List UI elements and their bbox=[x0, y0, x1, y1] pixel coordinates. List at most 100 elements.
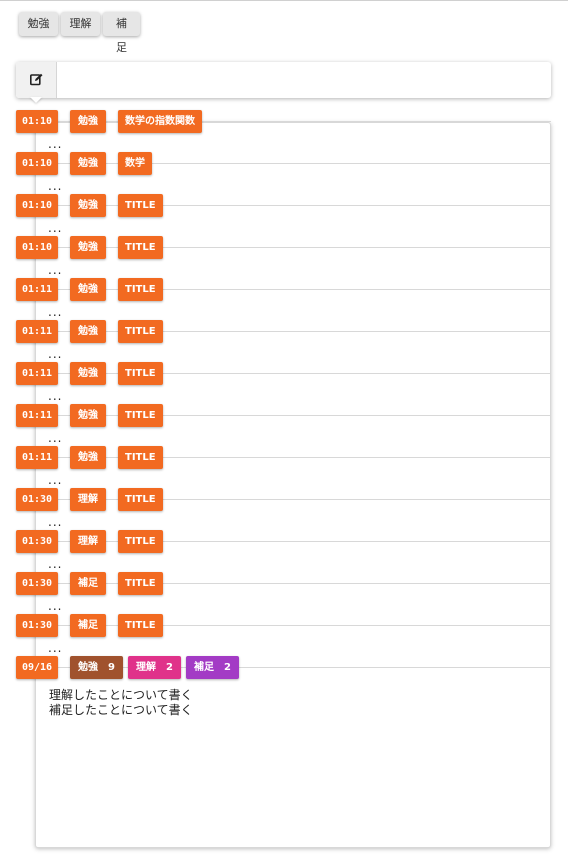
summary-count: 2 bbox=[166, 662, 173, 673]
category-tag[interactable]: 勉強 bbox=[70, 194, 106, 217]
time-tag[interactable]: 01:11 bbox=[16, 446, 58, 469]
log-row: 01:30 補足 TITLE bbox=[16, 614, 551, 637]
row-divider bbox=[35, 415, 551, 416]
time-tag[interactable]: 01:11 bbox=[16, 404, 58, 427]
log-row: 01:11 勉強 TITLE bbox=[16, 362, 551, 385]
row-divider bbox=[35, 541, 551, 542]
ellipsis: ... bbox=[48, 347, 63, 361]
time-tag[interactable]: 01:30 bbox=[16, 530, 58, 553]
row-divider bbox=[35, 247, 551, 248]
ellipsis: ... bbox=[48, 473, 63, 487]
ellipsis: ... bbox=[48, 599, 63, 613]
summary-tag[interactable]: 勉強 9 bbox=[70, 656, 123, 679]
ellipsis: ... bbox=[48, 641, 63, 655]
category-tag[interactable]: 勉強 bbox=[70, 404, 106, 427]
title-tag[interactable]: TITLE bbox=[118, 446, 163, 469]
time-tag[interactable]: 01:30 bbox=[16, 488, 58, 511]
ellipsis: ... bbox=[48, 557, 63, 571]
ellipsis: ... bbox=[48, 431, 63, 445]
note-line: 理解したことについて書く bbox=[49, 688, 193, 702]
entry-bar-pointer bbox=[30, 97, 42, 103]
time-tag[interactable]: 01:10 bbox=[16, 152, 58, 175]
log-row: 01:11 勉強 TITLE bbox=[16, 446, 551, 469]
time-tag[interactable]: 01:10 bbox=[16, 110, 58, 133]
category-tag[interactable]: 勉強 bbox=[70, 236, 106, 259]
entry-bar bbox=[16, 62, 551, 98]
row-divider bbox=[35, 121, 551, 122]
time-tag[interactable]: 01:11 bbox=[16, 362, 58, 385]
time-tag[interactable]: 01:11 bbox=[16, 320, 58, 343]
summary-row: 09/16 勉強 9 理解 2 補足 2 bbox=[16, 656, 551, 679]
timeline-panel bbox=[35, 122, 551, 848]
log-row: 01:30 理解 TITLE bbox=[16, 488, 551, 511]
time-tag[interactable]: 01:30 bbox=[16, 572, 58, 595]
summary-tag[interactable]: 理解 2 bbox=[128, 656, 181, 679]
category-tag[interactable]: 勉強 bbox=[70, 320, 106, 343]
filter-button-study[interactable]: 勉強 bbox=[19, 12, 58, 36]
row-divider bbox=[35, 205, 551, 206]
title-tag[interactable]: 数学 bbox=[118, 152, 152, 175]
log-row: 01:11 勉強 TITLE bbox=[16, 404, 551, 427]
time-tag[interactable]: 01:10 bbox=[16, 194, 58, 217]
title-tag[interactable]: 数学の指数関数 bbox=[118, 110, 202, 133]
row-divider bbox=[35, 163, 551, 164]
row-divider bbox=[35, 583, 551, 584]
summary-count: 9 bbox=[108, 662, 115, 673]
title-tag[interactable]: TITLE bbox=[118, 530, 163, 553]
ellipsis: ... bbox=[48, 221, 63, 235]
entry-input[interactable] bbox=[58, 62, 551, 98]
title-tag[interactable]: TITLE bbox=[118, 614, 163, 637]
ellipsis: ... bbox=[48, 263, 63, 277]
row-divider bbox=[35, 289, 551, 290]
ellipsis: ... bbox=[48, 179, 63, 193]
title-tag[interactable]: TITLE bbox=[118, 404, 163, 427]
ellipsis: ... bbox=[48, 515, 63, 529]
log-row: 01:30 理解 TITLE bbox=[16, 530, 551, 553]
filter-button-supplement[interactable]: 補足 bbox=[103, 12, 140, 54]
time-tag[interactable]: 01:30 bbox=[16, 614, 58, 637]
ellipsis: ... bbox=[48, 305, 63, 319]
title-tag[interactable]: TITLE bbox=[118, 194, 163, 217]
date-tag[interactable]: 09/16 bbox=[16, 656, 58, 679]
log-row: 01:10 勉強 TITLE bbox=[16, 194, 551, 217]
category-tag[interactable]: 勉強 bbox=[70, 110, 106, 133]
category-tag[interactable]: 勉強 bbox=[70, 446, 106, 469]
time-tag[interactable]: 01:10 bbox=[16, 236, 58, 259]
log-row: 01:10 勉強 数学 bbox=[16, 152, 551, 175]
summary-label: 補足 bbox=[194, 662, 214, 673]
title-tag[interactable]: TITLE bbox=[118, 320, 163, 343]
note-line: 補足したことについて書く bbox=[49, 703, 193, 717]
title-tag[interactable]: TITLE bbox=[118, 278, 163, 301]
time-tag[interactable]: 01:11 bbox=[16, 278, 58, 301]
category-tag[interactable]: 補足 bbox=[70, 614, 106, 637]
log-row: 01:11 勉強 TITLE bbox=[16, 278, 551, 301]
category-tag[interactable]: 補足 bbox=[70, 572, 106, 595]
row-divider bbox=[35, 331, 551, 332]
row-divider bbox=[35, 625, 551, 626]
top-divider bbox=[0, 0, 568, 1]
row-divider bbox=[35, 499, 551, 500]
row-divider bbox=[35, 373, 551, 374]
filter-button-understand[interactable]: 理解 bbox=[61, 12, 100, 36]
log-row: 01:30 補足 TITLE bbox=[16, 572, 551, 595]
title-tag[interactable]: TITLE bbox=[118, 362, 163, 385]
category-tag[interactable]: 勉強 bbox=[70, 278, 106, 301]
summary-tag[interactable]: 補足 2 bbox=[186, 656, 239, 679]
edit-icon bbox=[30, 73, 43, 86]
row-divider bbox=[35, 457, 551, 458]
summary-count: 2 bbox=[224, 662, 231, 673]
title-tag[interactable]: TITLE bbox=[118, 572, 163, 595]
category-tag[interactable]: 理解 bbox=[70, 530, 106, 553]
log-row: 01:10 勉強 数学の指数関数 bbox=[16, 110, 551, 133]
ellipsis: ... bbox=[48, 389, 63, 403]
ellipsis: ... bbox=[48, 137, 63, 151]
category-tag[interactable]: 勉強 bbox=[70, 362, 106, 385]
category-tag[interactable]: 勉強 bbox=[70, 152, 106, 175]
log-row: 01:10 勉強 TITLE bbox=[16, 236, 551, 259]
edit-button[interactable] bbox=[16, 62, 57, 98]
log-row: 01:11 勉強 TITLE bbox=[16, 320, 551, 343]
title-tag[interactable]: TITLE bbox=[118, 236, 163, 259]
category-tag[interactable]: 理解 bbox=[70, 488, 106, 511]
summary-label: 理解 bbox=[136, 662, 156, 673]
title-tag[interactable]: TITLE bbox=[118, 488, 163, 511]
